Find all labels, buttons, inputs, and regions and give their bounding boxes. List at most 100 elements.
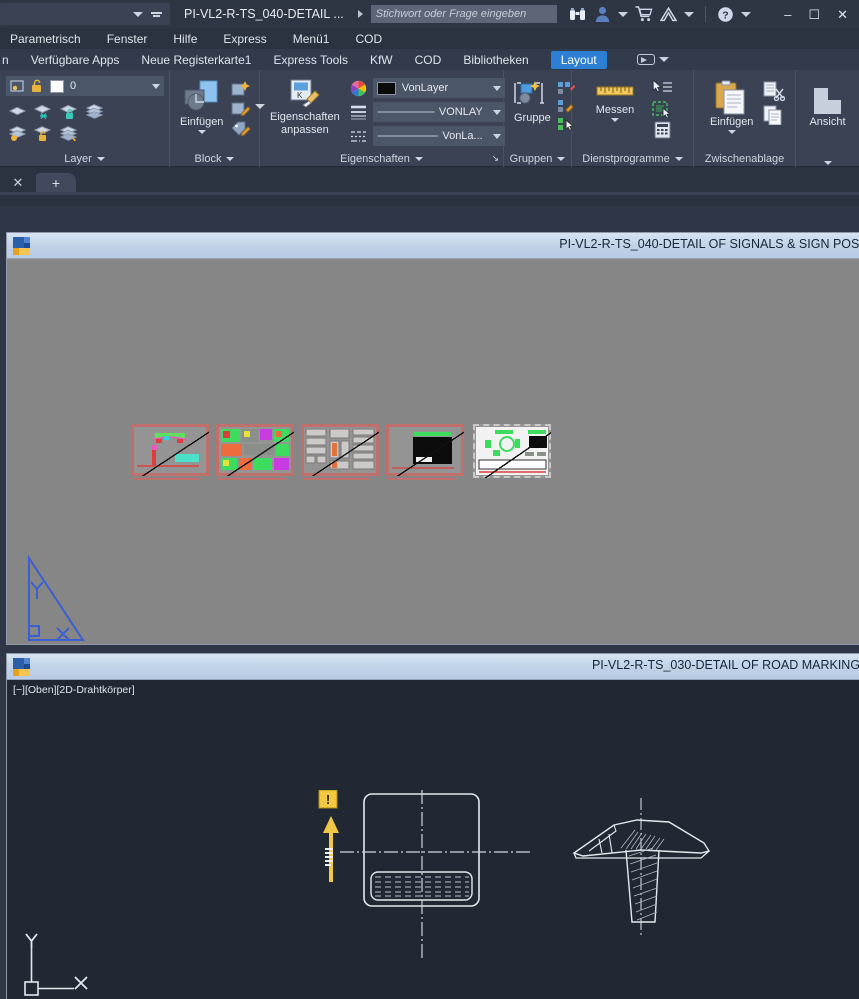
lineweight-icon[interactable] [350,105,367,120]
chevron-down-icon[interactable] [492,109,501,115]
chevron-down-icon[interactable] [492,85,501,91]
ribbon-panel-title-eigenschaften[interactable]: Eigenschaften [260,153,503,165]
viewport-config-label[interactable]: [−][Oben][2D-Drahtkörper] [13,684,135,696]
layer-lock-icon[interactable] [59,102,79,120]
ribbon-panel-title-dienstprogramme[interactable]: Dienstprogramme [572,153,693,165]
layout-thumb-2[interactable] [216,424,294,480]
object-color-selector[interactable]: VonLayer [372,78,505,98]
ribbon-tab-neue-registerkarte1[interactable]: Neue Registerkarte1 [141,53,251,67]
layer-merge-icon[interactable] [85,102,105,120]
quick-access-toolbar[interactable] [0,3,170,25]
layout-thumb-1[interactable] [131,424,209,480]
ribbon-tab-bibliotheken[interactable]: Bibliotheken [463,53,528,67]
ribbon-panel-title-gruppen[interactable]: Gruppen [504,153,571,165]
flyout-icon[interactable] [151,11,162,17]
measure-button[interactable]: Messen [588,78,642,139]
svg-text:K: K [297,91,303,100]
maximize-button[interactable]: ☐ [803,8,825,21]
drawing-window-2-title: PI-VL2-R-TS_030-DETAIL OF ROAD MARKING_ [591,658,859,672]
ribbon-tab-express-tools[interactable]: Express Tools [273,53,347,67]
group-button[interactable]: Gruppe [510,78,555,132]
autodesk-a-icon[interactable] [660,6,678,22]
layout-thumb-4[interactable] [386,424,464,480]
layer-selector[interactable]: 0 [6,76,164,96]
color-wheel-icon[interactable] [350,80,367,97]
view-icon [813,88,841,114]
drawing-canvas-2[interactable]: [−][Oben][2D-Drahtkörper] ! [7,680,859,999]
ucs-axes-icon [24,933,88,996]
ribbon-tab-truncated[interactable]: n [2,53,9,67]
layout-thumb-3[interactable] [301,424,379,480]
block-create-icon[interactable] [231,80,251,98]
document-tab-strip: ✕ + [0,167,859,195]
drawing-canvas-1[interactable] [7,259,859,644]
binoculars-icon[interactable] [569,7,586,22]
arrow-right-icon[interactable] [357,10,363,18]
cart-icon[interactable] [635,6,653,22]
match-properties-button[interactable]: K Eigenschaften anpassen [266,77,344,146]
menu-item-hilfe[interactable]: Hilfe [173,32,197,46]
layer-tools-row-1 [6,102,163,120]
menu-item-menu1[interactable]: Menü1 [293,32,330,46]
layer-color-swatch [50,79,64,93]
cut-icon[interactable] [763,81,786,101]
copy-icon[interactable] [763,105,785,125]
lineweight-selector[interactable]: VonLa... [372,126,505,146]
measure-label: Messen [595,104,635,116]
paste-button[interactable]: Einfügen [706,78,757,136]
close-button[interactable]: ✕ [832,8,853,21]
camera-chevron-icon[interactable] [658,57,669,62]
ribbon-panel-title-ansicht[interactable] [796,161,859,165]
insert-block-button[interactable]: Einfügen [176,78,227,136]
ribbon-tab-cod[interactable]: COD [415,53,442,67]
layer-off-icon[interactable] [8,102,27,120]
autodesk-chevron-icon[interactable] [684,11,695,17]
quick-select-icon[interactable] [652,79,673,97]
camera-icon[interactable] [636,54,655,65]
linetype-icon[interactable] [350,129,367,144]
drawing-window-1[interactable]: PI-VL2-R-TS_040-DETAIL OF SIGNALS & SIGN… [6,232,859,645]
view-button[interactable]: Ansicht [802,84,853,131]
user-icon[interactable] [595,6,610,22]
drawing-workspace: PI-VL2-R-TS_040-DETAIL OF SIGNALS & SIGN… [0,206,859,999]
layer-match-icon[interactable] [59,124,79,142]
ribbon-panel-title-block[interactable]: Block [170,153,259,165]
properties-dialog-launcher[interactable]: ↘ [491,153,499,164]
drawing-window-1-titlebar[interactable]: PI-VL2-R-TS_040-DETAIL OF SIGNALS & SIGN… [7,233,859,259]
match-properties-icon: K [290,79,320,108]
menu-item-parametrisch[interactable]: Parametrisch [10,32,81,46]
chevron-down-icon[interactable] [492,133,501,139]
help-chevron-icon[interactable] [741,11,752,17]
minimize-button[interactable]: – [779,8,796,21]
linetype-selector[interactable]: VONLAY [372,102,505,122]
ribbon-panel-title-layer[interactable]: Layer [0,153,169,165]
options-chevron-icon[interactable] [618,11,629,17]
help-icon[interactable]: ? [717,6,734,23]
search-input[interactable]: Stichwort oder Frage eingeben [370,5,557,23]
menu-item-cod[interactable]: COD [355,32,382,46]
area-select-icon[interactable] [652,100,673,118]
new-tab-button[interactable]: + [36,173,76,193]
chevron-down-icon[interactable] [133,11,143,17]
calculator-icon[interactable] [652,121,673,139]
menu-item-fenster[interactable]: Fenster [107,32,148,46]
drawing-window-2[interactable]: PI-VL2-R-TS_030-DETAIL OF ROAD MARKING_ … [6,653,859,999]
insert-block-label: Einfügen [180,116,224,128]
chevron-down-icon[interactable] [152,83,160,89]
ribbon-tab-layout[interactable]: Layout [550,50,607,69]
drawing-window-1-title: PI-VL2-R-TS_040-DETAIL OF SIGNALS & SIGN… [559,237,859,251]
ribbon-tab-kfw[interactable]: KfW [370,53,393,67]
ribbon-tab-verfuegbare-apps[interactable]: Verfügbare Apps [31,53,120,67]
layer-freeze-icon[interactable] [33,102,53,120]
block-attribute-icon[interactable] [231,120,252,138]
layout-thumb-5[interactable] [473,424,551,478]
ribbon-panel-title-zwischenablage[interactable]: Zwischenablage [694,153,795,165]
layer-isolate-icon[interactable] [8,124,27,142]
drawing-window-2-titlebar[interactable]: PI-VL2-R-TS_030-DETAIL OF ROAD MARKING_ [7,654,859,680]
match-properties-label-2: anpassen [281,124,329,136]
paste-label: Einfügen [710,116,754,128]
block-edit-icon[interactable] [231,100,252,118]
layer-unlock2-icon[interactable] [33,124,53,142]
group-label: Gruppe [514,112,551,124]
menu-item-express[interactable]: Express [223,32,266,46]
